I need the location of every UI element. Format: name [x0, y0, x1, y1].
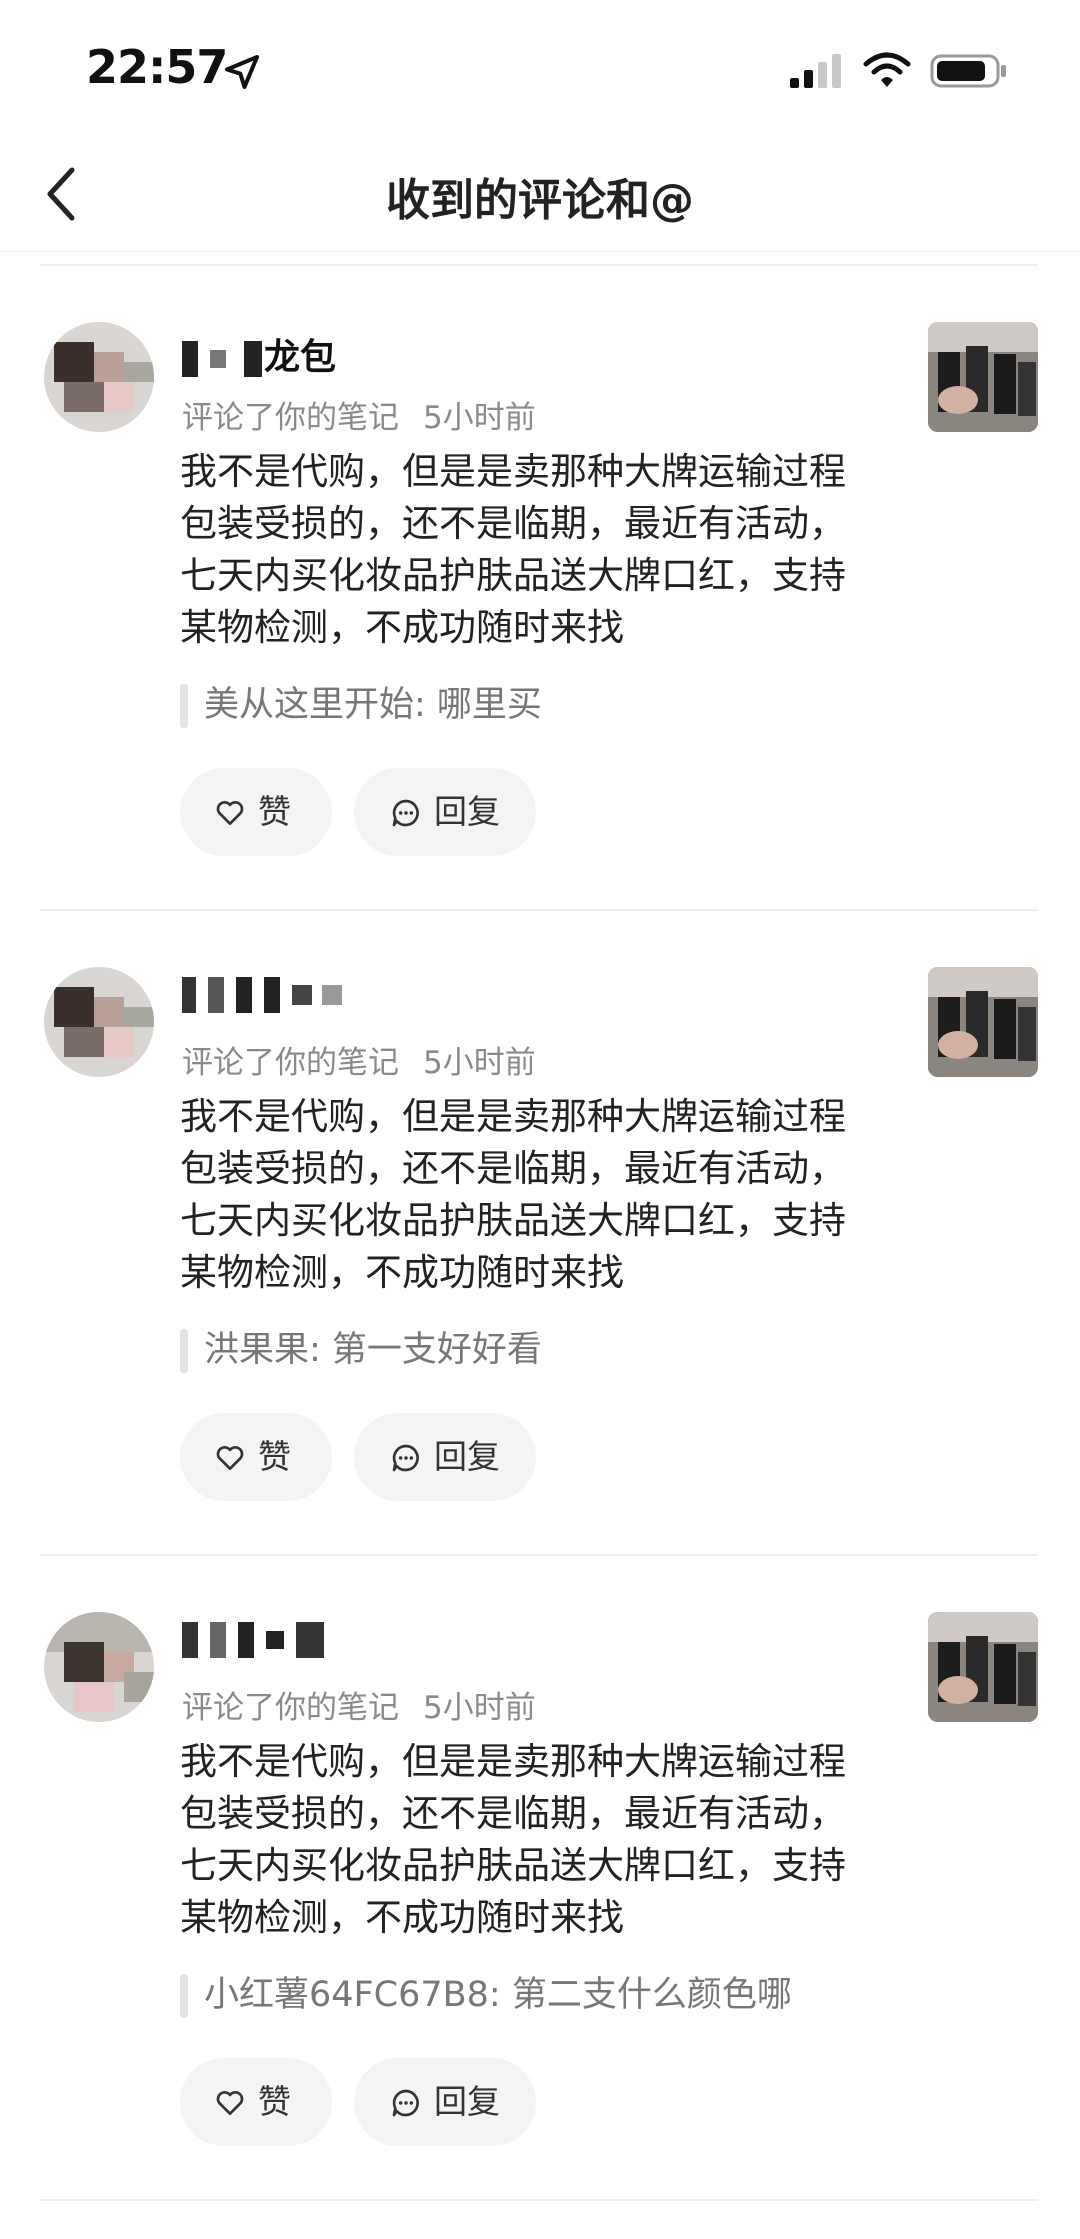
note-thumbnail[interactable]: [928, 322, 1038, 432]
note-thumbnail[interactable]: [928, 967, 1038, 1077]
note-thumbnail-image: [928, 322, 1038, 432]
reply-button[interactable]: 回复: [354, 2058, 536, 2146]
page-title: 收到的评论和@: [386, 175, 694, 226]
timestamp: 5小时前: [423, 1690, 536, 1726]
like-button[interactable]: 赞: [180, 2058, 332, 2146]
note-thumbnail[interactable]: [928, 1612, 1038, 1722]
status-time: 22:57: [86, 40, 228, 94]
reply-label: 回复: [434, 1437, 500, 1476]
heart-icon: [216, 801, 244, 825]
username-text: 龙包: [264, 337, 337, 378]
comment-item[interactable]: 评论了你的笔记 5小时前 我不是代购，但是是卖那种大牌运输过程包装受损的，还不是临…: [0, 909, 1080, 1554]
timestamp: 5小时前: [423, 1045, 536, 1081]
comment-item[interactable]: 龙包 评论了你的笔记 5小时前 我不是代购，但是是卖那种大牌运输过程包装受损的，还…: [0, 264, 1080, 909]
comment-meta: 评论了你的笔记 5小时前: [182, 392, 536, 437]
avatar[interactable]: [44, 1612, 154, 1722]
comment-text: 我不是代购，但是是卖那种大牌运输过程包装受损的，还不是临期，最近有活动，七天内买…: [180, 450, 846, 649]
heart-icon: [216, 2091, 244, 2115]
comment-text: 我不是代购，但是是卖那种大牌运输过程包装受损的，还不是临期，最近有活动，七天内买…: [180, 1740, 846, 1939]
heart-icon: [216, 1446, 244, 1470]
quote-bar: [180, 1974, 188, 2018]
quoted-comment[interactable]: 美从这里开始: 哪里买: [180, 682, 542, 728]
reply-label: 回复: [434, 2082, 500, 2121]
chat-bubble-icon: [392, 2089, 419, 2117]
quote-text: 洪果果: 第一支好好看: [204, 1330, 542, 1370]
action-text: 评论了你的笔记: [182, 1045, 399, 1081]
comment-text: 我不是代购，但是是卖那种大牌运输过程包装受损的，还不是临期，最近有活动，七天内买…: [180, 1095, 846, 1294]
timestamp: 5小时前: [423, 400, 536, 436]
like-label: 赞: [258, 792, 291, 831]
username[interactable]: 龙包: [182, 328, 336, 378]
username[interactable]: [182, 1618, 324, 1662]
wifi-icon: [863, 52, 911, 87]
quote-text: 美从这里开始: 哪里买: [204, 685, 542, 725]
quote-bar: [180, 1329, 188, 1373]
chat-bubble-icon: [392, 1444, 419, 1472]
chat-bubble-icon: [392, 799, 419, 827]
like-button[interactable]: 赞: [180, 768, 332, 856]
battery-icon: [930, 54, 1006, 88]
divider: [40, 2199, 1038, 2201]
location-arrow-icon: [225, 55, 259, 89]
note-thumbnail-image: [928, 967, 1038, 1077]
action-text: 评论了你的笔记: [182, 400, 399, 436]
comment-meta: 评论了你的笔记 5小时前: [182, 1037, 536, 1082]
action-text: 评论了你的笔记: [182, 1690, 399, 1726]
quote-bar: [180, 684, 188, 728]
reply-button[interactable]: 回复: [354, 768, 536, 856]
avatar[interactable]: [44, 967, 154, 1077]
username[interactable]: [182, 973, 342, 1017]
status-bar: 22:57: [0, 0, 1080, 140]
avatar[interactable]: [44, 322, 154, 432]
cellular-signal-icon: [790, 54, 841, 88]
nav-bar: 收到的评论和@: [0, 140, 1080, 252]
comment-meta: 评论了你的笔记 5小时前: [182, 1682, 536, 1727]
like-label: 赞: [258, 2082, 291, 2121]
reply-button[interactable]: 回复: [354, 1413, 536, 1501]
comment-item[interactable]: 评论了你的笔记 5小时前 我不是代购，但是是卖那种大牌运输过程包装受损的，还不是临…: [0, 1554, 1080, 2199]
quoted-comment[interactable]: 小红薯64FC67B8: 第二支什么颜色哪: [180, 1972, 792, 2018]
like-button[interactable]: 赞: [180, 1413, 332, 1501]
reply-label: 回复: [434, 792, 500, 831]
like-label: 赞: [258, 1437, 291, 1476]
note-thumbnail-image: [928, 1612, 1038, 1722]
quote-text: 小红薯64FC67B8: 第二支什么颜色哪: [204, 1975, 792, 2015]
quoted-comment[interactable]: 洪果果: 第一支好好看: [180, 1327, 542, 1373]
